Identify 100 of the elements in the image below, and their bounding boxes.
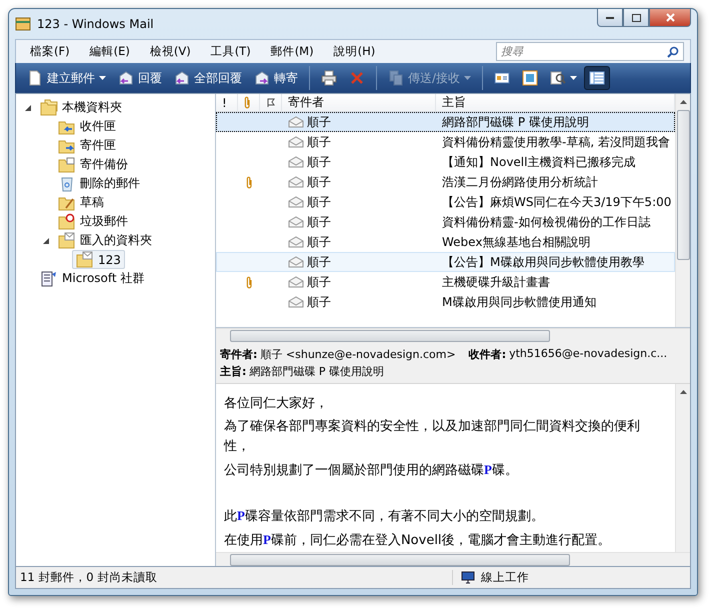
envelope-icon	[288, 296, 304, 308]
mail-folder-icon	[76, 250, 94, 268]
subject-cell-text: 【公告】M碟啟用與同步軟體使用教學	[441, 254, 646, 270]
envelope-icon	[288, 276, 304, 288]
envelope-icon	[288, 136, 304, 148]
subject-cell-text: 浩漢二月份網路使用分析統計	[441, 174, 599, 190]
subject-value: 網路部門磁碟 P 碟使用說明	[249, 364, 384, 379]
newsgroup-icon	[40, 270, 58, 288]
toolbar-button[interactable]: 全部回覆	[169, 66, 247, 90]
window-title: 123 - Windows Mail	[37, 17, 155, 31]
minimize-button[interactable]	[597, 9, 623, 27]
scrollbar[interactable]	[216, 552, 690, 566]
subject-cell-text: 資料備份精靈-如何檢視備份的工作日誌	[441, 214, 652, 230]
sender-cell: 順子	[307, 234, 331, 250]
envelope-icon	[288, 196, 304, 208]
envelope-icon	[288, 116, 304, 128]
subject-cell-text: M碟啟用與同步軟體使用通知	[441, 294, 598, 310]
sender-cell: 順子	[307, 294, 331, 310]
menu-item[interactable]: 檔案(F)	[20, 44, 80, 59]
menu-item[interactable]: 說明(H)	[324, 44, 386, 59]
document-icon	[27, 70, 43, 86]
sent-folder-icon	[58, 156, 76, 174]
column-header[interactable]: !	[216, 94, 238, 111]
delete-x-icon	[349, 70, 365, 86]
folder-item[interactable]: 本機資料夾	[36, 98, 126, 117]
subject-cell-text: 資料備份精靈使用教學-草稿, 若沒問題我會	[441, 134, 671, 150]
envelope-arrow-icon	[254, 70, 270, 86]
monitor-icon	[461, 571, 475, 584]
documents-icon	[388, 70, 404, 86]
menu-item[interactable]: 檢視(V)	[140, 44, 201, 59]
menu-item[interactable]: 編輯(E)	[80, 44, 140, 59]
message-paragraph: 公司特別規劃了一個屬於部門使用的網路磁碟P碟。	[224, 461, 519, 480]
calendar-icon	[522, 70, 538, 86]
folder-item[interactable]: 123	[72, 250, 125, 269]
toolbar-button[interactable]: 轉寄	[249, 66, 303, 90]
subject-cell-text: 主機硬碟升級計畫書	[441, 274, 551, 290]
sender-cell: 順子	[307, 274, 331, 290]
subject-label: 主旨:	[220, 364, 246, 379]
paperclip-icon	[244, 96, 251, 109]
minimize-icon	[606, 16, 614, 19]
envelope-icon	[288, 216, 304, 228]
expanded-triangle-icon[interactable]	[42, 236, 50, 244]
layout-icon	[589, 70, 606, 86]
folder-item[interactable]: 草稿	[54, 193, 108, 212]
sender-cell: 順子	[307, 194, 331, 210]
maximize-button[interactable]	[623, 9, 649, 27]
toolbar-button[interactable]: 回覆	[113, 66, 167, 90]
message-paragraph: 此P碟容量依部門需求不同，有著不同大小的空間規劃。	[224, 507, 545, 526]
contact-card-icon	[494, 70, 510, 86]
to-value: yth51656@e-novadesign.c...	[509, 347, 668, 362]
sender-cell: 順子	[307, 214, 331, 230]
mail-app-icon	[15, 16, 31, 32]
scrollbar[interactable]	[216, 328, 690, 342]
folder-item[interactable]: 收件匣	[54, 117, 120, 136]
message-paragraph: 為了確保各部門專案資料的安全性，以及加速部門同仁間資料交換的便利性，	[224, 418, 641, 456]
scroll-up-arrow-icon[interactable]	[680, 390, 686, 394]
message-paragraph: 各位同仁大家好，	[224, 395, 329, 413]
folder-item[interactable]: 刪除的郵件	[54, 174, 144, 193]
folder-item[interactable]: Microsoft 社群	[36, 269, 148, 288]
toolbar-button[interactable]: 建立郵件	[22, 66, 111, 90]
junk-folder-icon	[58, 212, 76, 230]
search-field[interactable]: 搜尋	[496, 42, 684, 61]
envelope-icon	[288, 236, 304, 248]
find-message-icon	[550, 70, 566, 86]
menu-item[interactable]: 工具(T)	[200, 44, 261, 59]
folder-item[interactable]: 匯入的資料夾	[54, 231, 156, 250]
mail-folder-icon	[58, 232, 76, 250]
envelope-icon	[288, 156, 304, 168]
toolbar-button[interactable]	[584, 66, 610, 90]
scrollbar[interactable]	[675, 384, 690, 552]
close-button[interactable]	[649, 9, 691, 27]
printer-icon	[321, 70, 337, 86]
sender-cell: 順子	[307, 114, 331, 130]
column-header[interactable]: 寄件者	[282, 94, 436, 111]
subject-cell-text: 【通知】Novell主機資料已搬移完成	[441, 154, 636, 170]
subject-cell-text: 【公告】麻煩WS同仁在今天3/19下午5:00	[441, 194, 672, 210]
envelope-icon	[288, 256, 304, 268]
paperclip-icon	[246, 276, 253, 288]
from-label: 寄件者:	[220, 347, 258, 362]
envelope-icon	[288, 176, 304, 188]
scrollbar[interactable]	[675, 94, 690, 327]
search-icon[interactable]	[667, 46, 679, 58]
message-count: 11 封郵件，0 封尚未讀取	[19, 570, 158, 585]
sender-cell: 順子	[307, 134, 331, 150]
paperclip-icon	[246, 176, 253, 188]
folder-item[interactable]: 垃圾郵件	[54, 212, 132, 231]
online-status: 線上工作	[481, 570, 529, 585]
close-icon	[666, 13, 674, 22]
menu-item[interactable]: 郵件(M)	[260, 44, 324, 59]
to-label: 收件者:	[468, 347, 506, 362]
envelope-arrow-icon	[174, 70, 190, 86]
sender-cell: 順子	[307, 174, 331, 190]
subject-cell-text: 網路部門磁碟 P 碟使用說明	[441, 114, 590, 130]
scroll-up-arrow-icon[interactable]	[680, 100, 686, 104]
message-row[interactable]: 順子 【公告】M碟啟用與同步軟體使用教學	[216, 252, 675, 272]
folder-item[interactable]: 寄件備份	[54, 155, 132, 174]
expanded-triangle-icon[interactable]	[24, 104, 32, 112]
sender-cell: 順子	[307, 254, 331, 270]
folder-item[interactable]: 寄件匣	[54, 136, 120, 155]
message-row[interactable]: 順子 網路部門磁碟 P 碟使用說明	[216, 112, 675, 132]
